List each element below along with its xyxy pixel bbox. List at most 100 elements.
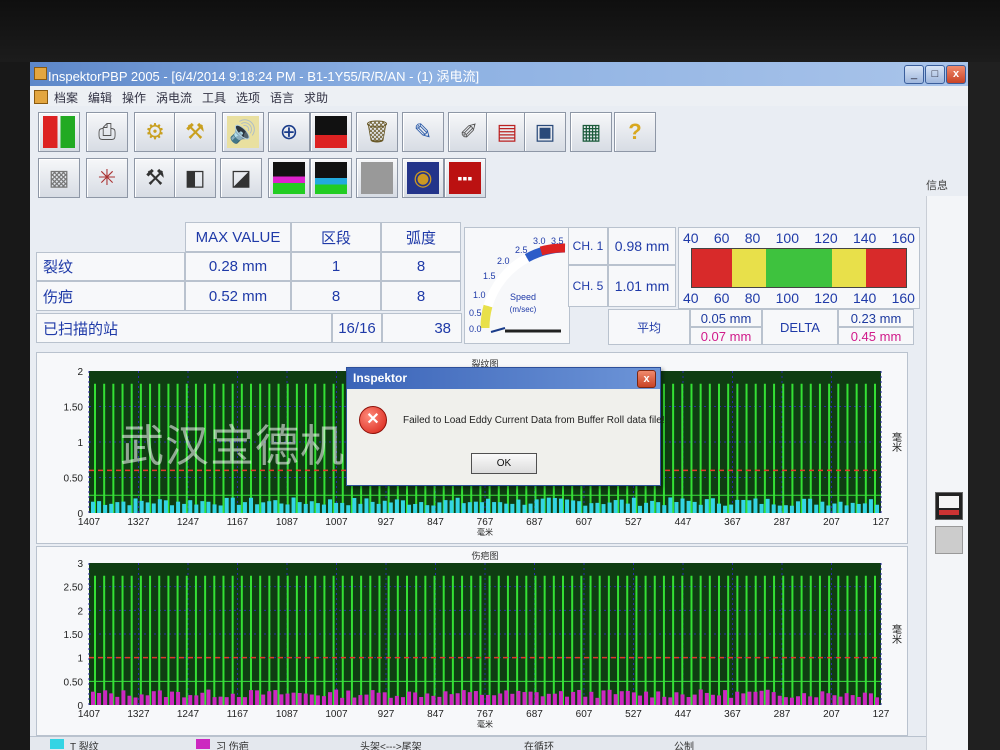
crack-signal-bar xyxy=(467,502,472,513)
header-arc: 弧度 xyxy=(381,222,461,252)
scar-signal-bar xyxy=(218,696,223,705)
crack-signal-bar xyxy=(601,504,606,513)
crack-signal-bar xyxy=(710,498,715,513)
crack-signal-bar xyxy=(856,503,861,513)
scar-y-tick: 2.50 xyxy=(64,583,84,594)
crosshair-button[interactable]: ⊕ xyxy=(268,112,310,152)
color-scale: 40 60 80 100 120 140 160 40 60 80 100 12… xyxy=(678,227,920,309)
scale-tick-bottom-120: 120 xyxy=(814,290,838,306)
block-icon: ◧ xyxy=(184,165,206,190)
doc-icon[interactable] xyxy=(34,90,48,104)
speaker-icon: 🔊 xyxy=(227,116,259,148)
block-button[interactable]: ◧ xyxy=(174,158,216,198)
gauge-tick-1: 0.5 xyxy=(469,308,482,318)
maximize-button[interactable]: □ xyxy=(925,65,945,84)
scar-signal-bar xyxy=(546,693,551,705)
crack-x-tick: 767 xyxy=(477,517,494,528)
crack-signal-bar xyxy=(479,502,484,513)
scar-signal-bar xyxy=(249,690,254,705)
crack-signal-bar xyxy=(795,501,800,513)
scale-tick-bottom-100: 100 xyxy=(775,290,799,306)
blank-button[interactable] xyxy=(356,158,398,198)
vector-button[interactable]: ✳ xyxy=(86,158,128,198)
menu-options[interactable]: 选项 xyxy=(236,89,260,106)
dialog-title: Inspektor xyxy=(353,371,408,385)
crack-signal-bar xyxy=(352,498,357,513)
crack-signal-bar xyxy=(407,504,412,513)
dialog-title-bar[interactable]: Inspektor x xyxy=(347,368,660,389)
eraser-button[interactable]: ◪ xyxy=(220,158,262,198)
scar-signal-bar xyxy=(783,697,788,705)
app-icon[interactable] xyxy=(34,67,47,80)
scar-signal-bar xyxy=(565,696,570,705)
edit-chart-button[interactable]: ✐ xyxy=(448,112,490,152)
scar-signal-bar xyxy=(765,689,770,705)
crack-x-tick: 527 xyxy=(625,517,642,528)
crack-y-unit: 毫米 xyxy=(890,431,902,453)
crack-signal-bar xyxy=(789,505,794,513)
menu-help[interactable]: 求助 xyxy=(304,89,328,106)
ruler-button[interactable]: ▪▪▪ xyxy=(444,158,486,198)
trend-button[interactable] xyxy=(310,158,352,198)
scar-signal-bar xyxy=(686,697,691,705)
crack-signal-bar xyxy=(91,501,95,513)
gauge-tick-2: 1.0 xyxy=(473,290,486,300)
scar-signal-bar xyxy=(127,695,132,705)
menu-eddy-current[interactable]: 涡电流 xyxy=(156,89,192,106)
scale-ticks-top: 40 60 80 100 120 140 160 xyxy=(683,230,915,246)
scar-signal-bar xyxy=(352,697,357,705)
menu-file[interactable]: 档案 xyxy=(54,89,78,106)
crack-legend-swatch xyxy=(50,739,64,749)
spectrum-button[interactable] xyxy=(310,112,352,152)
scar-signal-bar xyxy=(492,695,497,705)
hammer-button[interactable]: ⚒ xyxy=(134,158,176,198)
crack-signal-bar xyxy=(504,503,509,513)
histogram-button[interactable] xyxy=(268,158,310,198)
bucket-icon: 🗑 xyxy=(363,119,391,144)
crack-signal-bar xyxy=(121,501,126,513)
layout-button[interactable] xyxy=(38,112,80,152)
probe-settings-button[interactable]: ⚒ xyxy=(174,112,216,152)
probe-button[interactable]: ⚙ xyxy=(134,112,176,152)
globe-button[interactable]: ◉ xyxy=(402,158,444,198)
print-button[interactable]: ⎙ xyxy=(86,112,128,152)
scar-signal-bar xyxy=(552,693,557,705)
menu-operate[interactable]: 操作 xyxy=(122,89,146,106)
notepad-button[interactable]: ✎ xyxy=(402,112,444,152)
menu-tools[interactable]: 工具 xyxy=(202,89,226,106)
crack-y-tick: 0.50 xyxy=(64,474,84,485)
monitor-icon[interactable] xyxy=(935,492,963,520)
calendar-button[interactable]: ▤ xyxy=(486,112,528,152)
scar-chart[interactable]: 伤疤图32.5021.5010.5001407 1327 1247 1167 1087 1… xyxy=(37,547,907,735)
menu-edit[interactable]: 编辑 xyxy=(88,89,112,106)
scar-signal-bar xyxy=(862,692,867,705)
ok-button[interactable]: OK xyxy=(471,453,537,474)
title-bar[interactable]: InspektorPBP 2005 - [6/4/2014 9:18:24 PM… xyxy=(30,62,968,86)
scar-y-unit: 毫米 xyxy=(890,623,902,645)
vector-icon: ✳ xyxy=(97,165,117,190)
scale-tick-bottom-40: 40 xyxy=(683,290,699,306)
crack-signal-bar xyxy=(182,503,187,513)
header-max-value: MAX VALUE xyxy=(185,222,291,252)
crack-signal-bar xyxy=(151,503,156,513)
toolbar: ⎙ ⚙ ⚒ 🔊 ⊕ 🗑 ✎ ✐ ▤ ▣ ▦ ? ▩ ✳ ⚒ ◧ ◪ ◉ ▪▪▪ xyxy=(30,106,968,210)
crack-signal-bar xyxy=(674,502,679,513)
crack-signal-bar xyxy=(558,498,563,513)
minimize-button[interactable]: _ xyxy=(904,65,924,84)
crack-x-tick: 1167 xyxy=(227,517,249,528)
scar-signal-bar xyxy=(692,694,697,705)
disabled-monitor-icon[interactable] xyxy=(935,526,963,554)
crack-signal-bar xyxy=(455,497,460,513)
close-button[interactable]: x xyxy=(946,65,966,84)
sound-button[interactable]: 🔊 xyxy=(222,112,264,152)
scar-signal-bar xyxy=(704,692,709,705)
help-button[interactable]: ? xyxy=(614,112,656,152)
crack-signal-bar xyxy=(303,503,308,513)
grid-button[interactable]: ▩ xyxy=(38,158,80,198)
calculator-button[interactable]: ▦ xyxy=(570,112,612,152)
window-button[interactable]: ▣ xyxy=(524,112,566,152)
status-headstock-tailstock: 头架<--->尾架 xyxy=(360,742,422,750)
menu-language[interactable]: 语言 xyxy=(270,89,294,106)
dialog-close-button[interactable]: x xyxy=(637,370,656,388)
bucket-button[interactable]: 🗑 xyxy=(356,112,398,152)
